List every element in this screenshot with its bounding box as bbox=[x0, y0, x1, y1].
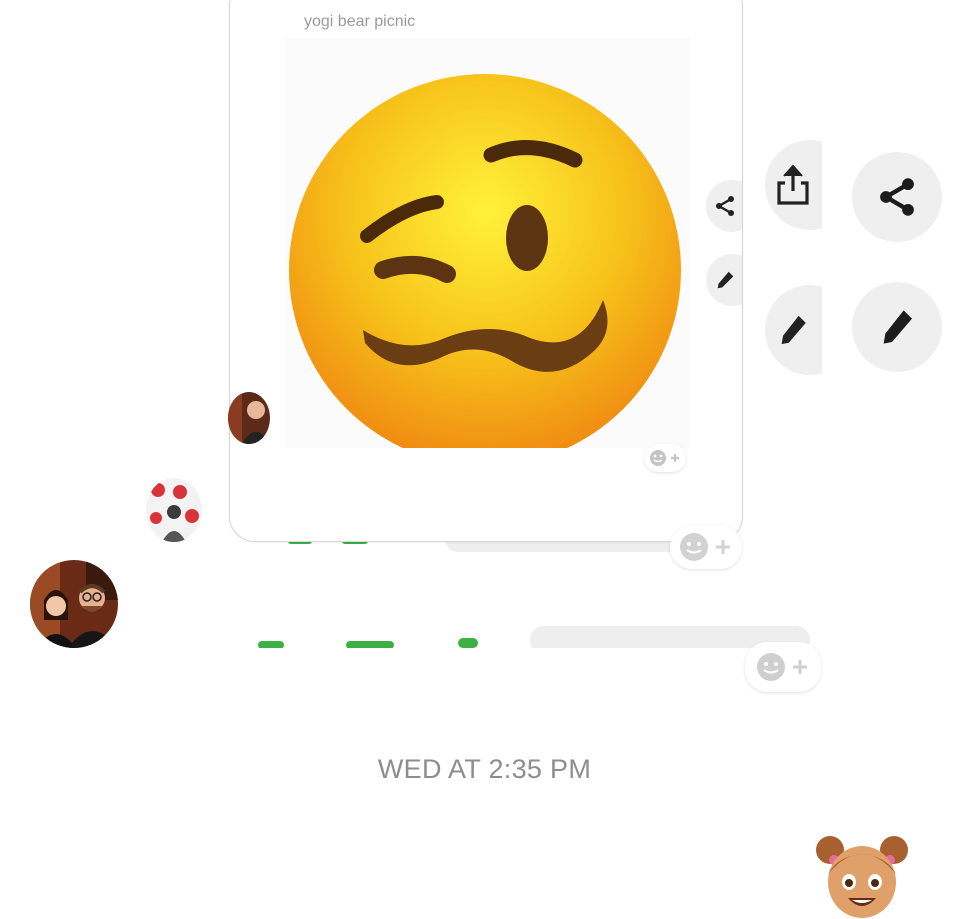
edit-button[interactable] bbox=[706, 254, 742, 306]
avatar[interactable] bbox=[146, 478, 202, 542]
add-reaction-button[interactable] bbox=[644, 444, 686, 472]
upload-share-icon bbox=[777, 164, 809, 205]
add-reaction-button[interactable] bbox=[745, 642, 821, 692]
emoji-eye bbox=[506, 205, 548, 271]
add-reaction-icon bbox=[650, 450, 679, 466]
share-button[interactable] bbox=[706, 180, 742, 232]
emoji-face bbox=[289, 74, 681, 448]
woozy-face-emoji[interactable] bbox=[285, 38, 690, 448]
faded-bubble bbox=[458, 638, 478, 648]
message-timestamp: WED AT 2:35 PM bbox=[377, 754, 592, 784]
memoji-avatar[interactable] bbox=[812, 826, 912, 919]
edit-button[interactable] bbox=[852, 282, 942, 372]
pencil-icon bbox=[883, 310, 912, 344]
share-icon bbox=[716, 196, 734, 216]
share-icon bbox=[880, 178, 914, 216]
add-reaction-icon bbox=[680, 533, 730, 561]
message-caption: yogi bear picnic bbox=[304, 13, 416, 30]
avatar[interactable] bbox=[228, 392, 270, 444]
pencil-icon bbox=[781, 315, 806, 345]
avatar[interactable] bbox=[30, 560, 118, 648]
small-actions bbox=[700, 170, 742, 310]
edit-button[interactable] bbox=[765, 285, 822, 375]
share-button[interactable] bbox=[852, 152, 942, 242]
pencil-icon bbox=[717, 271, 734, 289]
fade-mask bbox=[150, 648, 830, 668]
medium-actions bbox=[765, 140, 822, 380]
emoji-eye bbox=[374, 255, 456, 283]
upload-share-button[interactable] bbox=[765, 140, 822, 230]
add-reaction-icon bbox=[757, 653, 807, 681]
add-reaction-button[interactable] bbox=[670, 525, 742, 569]
